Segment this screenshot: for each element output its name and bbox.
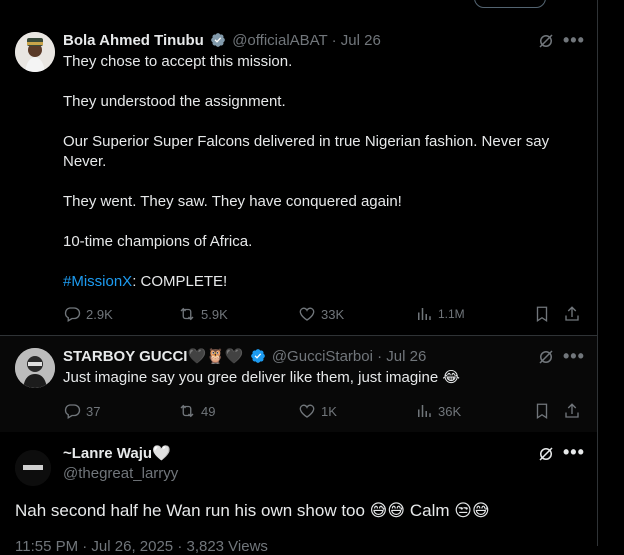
retweet-icon	[180, 404, 194, 418]
reply-count: 37	[86, 403, 101, 419]
like-icon	[299, 404, 315, 418]
verified-badge-icon	[211, 33, 225, 47]
tweet-paragraph: #MissionX: COMPLETE!	[63, 272, 573, 292]
share-icon	[565, 403, 579, 418]
like-count: 33K	[321, 306, 345, 322]
reply-button[interactable]: 37	[63, 401, 100, 421]
like-button[interactable]: 33K	[298, 304, 344, 324]
hashtag-link[interactable]: #MissionX	[63, 273, 132, 290]
like-icon	[299, 307, 315, 321]
tweet-date[interactable]: · Jul 26	[377, 348, 426, 365]
reply-icon	[64, 404, 81, 419]
bookmark-button[interactable]	[533, 401, 556, 421]
verified-badge-icon	[250, 349, 265, 363]
views-count: 36K	[438, 403, 462, 419]
author-name[interactable]: STARBOY GUCCI🖤🦉🖤	[63, 348, 243, 365]
tweet-header: Bola Ahmed Tinubu @officialABAT · Jul 26	[63, 31, 381, 51]
tweet-text: Nah second half he Wan run his own show …	[15, 501, 490, 520]
more-icon[interactable]: •••	[563, 442, 585, 463]
avatar[interactable]	[15, 32, 55, 72]
views-button[interactable]: 36K	[415, 401, 461, 421]
author-handle[interactable]: @GucciStarboi	[272, 348, 373, 365]
timeline-column: Bola Ahmed Tinubu @officialABAT · Jul 26…	[0, 0, 598, 555]
views-count: 1.1M	[438, 307, 465, 321]
views-button[interactable]: 1.1M	[415, 304, 465, 324]
share-button[interactable]	[563, 401, 586, 421]
tweet-paragraph: They went. They saw. They have conquered…	[63, 193, 402, 210]
author-name[interactable]: Bola Ahmed Tinubu	[63, 32, 204, 49]
reply-icon	[64, 307, 81, 322]
tweet-header: STARBOY GUCCI🖤🦉🖤 @GucciStarboi · Jul 26	[63, 347, 426, 367]
retweet-count: 49	[201, 403, 216, 419]
tweet-paragraph: Our Superior Super Falcons delivered in …	[63, 133, 550, 170]
avatar[interactable]	[15, 450, 51, 486]
grok-icon[interactable]	[537, 348, 555, 366]
more-icon[interactable]: •••	[563, 346, 585, 367]
tweet-paragraph: 10-time champions of Africa.	[63, 233, 253, 250]
author-handle[interactable]: @thegreat_larryy	[63, 464, 178, 484]
grok-icon[interactable]	[537, 32, 555, 50]
views-icon	[418, 405, 431, 417]
tweet-text: They chose to accept this mission. They …	[63, 52, 573, 292]
tweet-paragraph: They understood the assignment.	[63, 93, 286, 110]
bookmark-icon	[536, 403, 548, 420]
grok-icon[interactable]	[537, 445, 555, 463]
tweet-meta: 11:55 PM · Jul 26, 2025 · 3,823 Views	[15, 538, 268, 555]
views-icon	[418, 308, 431, 320]
hashtag-rest: : COMPLETE!	[132, 273, 228, 290]
more-icon[interactable]: •••	[563, 30, 585, 51]
tweet-tinubu[interactable]: Bola Ahmed Tinubu @officialABAT · Jul 26…	[0, 20, 597, 336]
author-handle[interactable]: @officialABAT	[232, 32, 327, 49]
tweet-actions: 2.9K 5.9K 33K 1.1M	[63, 304, 583, 324]
tweet-date[interactable]: · Jul 26	[332, 32, 381, 49]
tweet-text: Just imagine say you gree deliver like t…	[63, 369, 460, 386]
bookmark-button[interactable]	[533, 304, 556, 324]
like-count: 1K	[321, 403, 337, 419]
tweet-paragraph: They chose to accept this mission.	[63, 53, 293, 70]
retweet-button[interactable]: 49	[178, 401, 215, 421]
tweet-actions: 37 49 1K 36K	[63, 401, 583, 421]
reply-count: 2.9K	[86, 306, 113, 322]
like-button[interactable]: 1K	[298, 401, 337, 421]
share-button[interactable]	[563, 304, 586, 324]
retweet-icon	[180, 307, 194, 321]
share-icon	[565, 306, 579, 321]
tweet-gucci[interactable]: STARBOY GUCCI🖤🦉🖤 @GucciStarboi · Jul 26 …	[0, 336, 597, 432]
tweet-lanre[interactable]: ~Lanre Waju🤍 @thegreat_larryy ••• Nah se…	[0, 432, 597, 555]
author-name[interactable]: ~Lanre Waju🤍	[63, 444, 171, 464]
retweet-button[interactable]: 5.9K	[178, 304, 228, 324]
avatar[interactable]	[15, 348, 55, 388]
retweet-count: 5.9K	[201, 306, 228, 322]
reply-button[interactable]: 2.9K	[63, 304, 113, 324]
top-button[interactable]	[474, 0, 546, 8]
bookmark-icon	[536, 306, 548, 323]
